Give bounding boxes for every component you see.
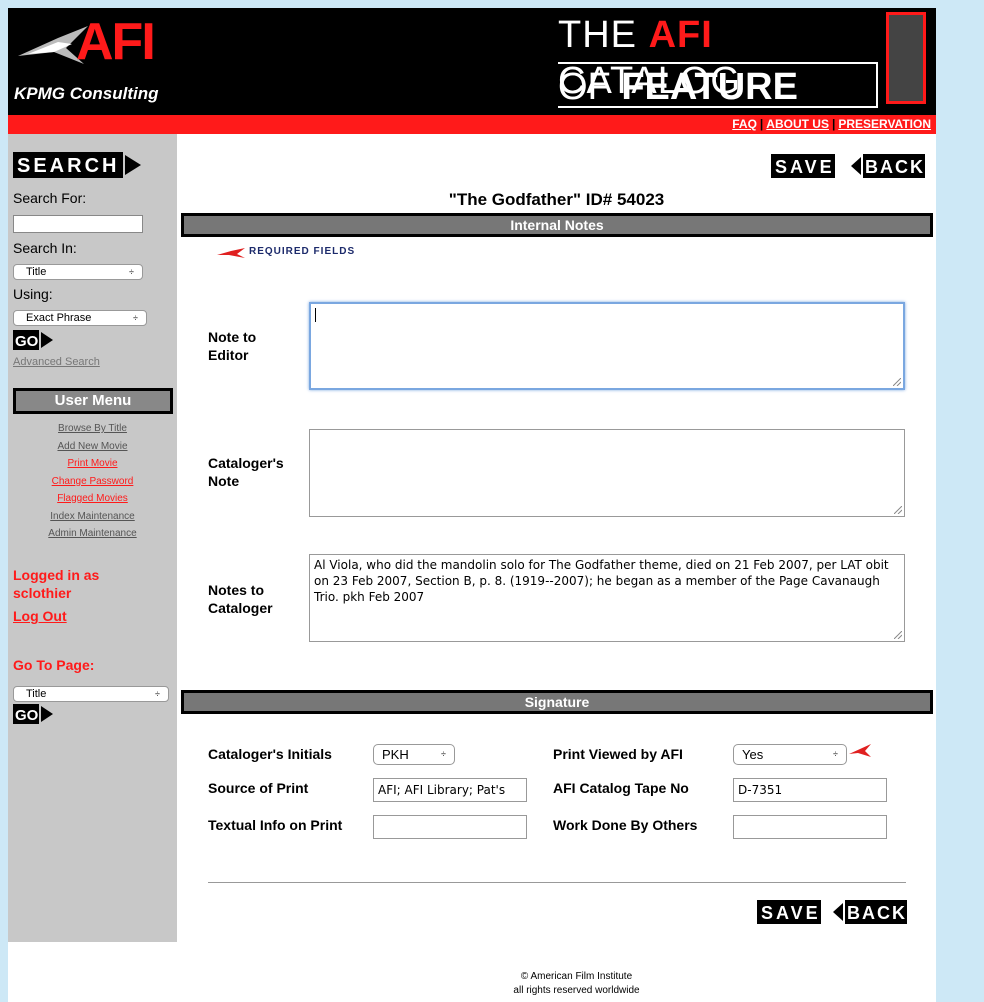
svg-text:SAVE: SAVE [775,157,835,177]
copyright-line2: all rights reserved worldwide [513,985,640,996]
search-in-select[interactable]: Title ÷ [13,264,143,280]
back-button-bottom[interactable]: BACK [833,900,907,924]
required-fields-note: REQUIRED FIELDS [249,246,356,257]
user-menu-title: User Menu [13,388,173,414]
required-bird-icon [849,744,871,757]
svg-text:GO: GO [15,707,39,724]
required-bird-icon [217,248,245,258]
logged-in-username: sclothier [13,585,72,601]
select-arrows-icon: ÷ [129,267,134,277]
select-arrows-icon: ÷ [833,749,838,759]
select-arrows-icon: ÷ [441,749,446,759]
change-password-link[interactable]: Change Password [8,473,177,491]
go-to-page-label: Go To Page: [13,657,95,673]
preservation-link[interactable]: PRESERVATION [835,117,934,131]
tape-no-input[interactable]: D-7351 [733,778,887,802]
textual-info-input[interactable] [373,815,527,839]
using-label: Using: [13,286,53,302]
work-done-input[interactable] [733,815,887,839]
copyright-line1: © American Film Institute [520,971,633,982]
svg-text:GO: GO [15,333,39,350]
logout-link[interactable]: Log Out [13,608,67,624]
copyright: © American Film Institute all rights res… [177,970,936,998]
resize-grip-icon [893,378,901,386]
kpmg-logo: KPMG Consulting [14,84,158,104]
catalogers-note-label: Cataloger's Note [208,455,284,489]
internal-notes-heading: Internal Notes [181,213,933,237]
catalogers-initials-select[interactable]: PKH ÷ [373,744,455,765]
catalogers-initials-label: Cataloger's Initials [208,746,332,762]
catalog-logo: THE AFI CATALOG OF FEATURE FILMS [558,12,930,154]
resize-grip-icon [894,631,902,639]
user-menu-links: Browse By Title Add New Movie Print Movi… [8,420,177,543]
save-button-bottom[interactable]: SAVE [757,900,821,924]
search-heading: SEARCH [13,152,141,178]
source-of-print-label: Source of Print [208,780,309,796]
using-select[interactable]: Exact Phrase ÷ [13,310,147,326]
back-button-top[interactable]: BACK [851,154,925,178]
tape-no-label: AFI Catalog Tape No [553,780,689,796]
svg-text:BACK: BACK [865,157,925,177]
search-for-input[interactable] [13,215,143,233]
select-arrows-icon: ÷ [133,313,138,323]
catalog-logo-line1: THE AFI CATALOG [558,14,741,102]
text-caret [315,308,316,322]
catalogers-note-textarea[interactable] [309,429,905,517]
afi-logo-text: AFI [76,13,156,71]
print-viewed-label: Print Viewed by AFI [553,746,683,762]
source-of-print-input[interactable]: AFI; AFI Library; Pat's [373,778,527,802]
print-movie-link[interactable]: Print Movie [8,455,177,473]
page: AFI KPMG Consulting THE AFI CATALOG OF F… [8,8,936,1002]
divider [208,882,906,883]
notes-to-cataloger-label: Notes to Cataloger [208,582,273,616]
top-links: FAQ | ABOUT US | PRESERVATION [729,117,934,131]
textual-info-label: Textual Info on Print [208,817,343,833]
main-content: SAVE BACK "The Godfather" ID# 54023 Inte… [177,134,936,1002]
note-to-editor-label: Note to Editor [208,329,257,363]
site-header: AFI KPMG Consulting THE AFI CATALOG OF F… [8,8,936,154]
print-viewed-select[interactable]: Yes ÷ [733,744,847,765]
page-title: "The Godfather" ID# 54023 [448,190,665,209]
admin-maintenance-link[interactable]: Admin Maintenance [8,525,177,543]
sidebar: SEARCH Search For: Search In: Title ÷ Usi… [8,134,177,942]
go-to-page-select[interactable]: Title ÷ [13,686,169,702]
index-maintenance-link[interactable]: Index Maintenance [8,508,177,526]
advanced-search-link[interactable]: Advanced Search [13,356,100,368]
add-new-movie-link[interactable]: Add New Movie [8,438,177,456]
logged-in-text: Logged in as [13,567,100,583]
search-go-button[interactable]: GO [13,330,55,350]
catalog-logo-line2: OF FEATURE FILMS [558,62,878,154]
resize-grip-icon [894,506,902,514]
svg-text:SAVE: SAVE [761,903,821,923]
search-in-label: Search In: [13,240,77,256]
svg-text:BACK: BACK [847,903,907,923]
about-us-link[interactable]: ABOUT US [763,117,832,131]
search-for-label: Search For: [13,190,87,206]
select-arrows-icon: ÷ [155,689,160,699]
signature-heading: Signature [181,690,933,714]
work-done-label: Work Done By Others [553,817,698,833]
note-to-editor-textarea[interactable] [309,302,905,390]
go-to-page-go-button[interactable]: GO [13,704,55,724]
faq-link[interactable]: FAQ [729,117,760,131]
browse-by-title-link[interactable]: Browse By Title [8,420,177,438]
flagged-movies-link[interactable]: Flagged Movies [8,490,177,508]
logged-in-status: Logged in as sclothier [13,566,99,602]
save-button-top[interactable]: SAVE [771,154,835,178]
catalog-logo-film-icon [886,12,926,104]
kpmg-logo-text: KPMG Consulting [14,84,159,103]
svg-text:SEARCH: SEARCH [17,155,119,177]
notes-to-cataloger-textarea[interactable]: Al Viola, who did the mandolin solo for … [309,554,905,642]
